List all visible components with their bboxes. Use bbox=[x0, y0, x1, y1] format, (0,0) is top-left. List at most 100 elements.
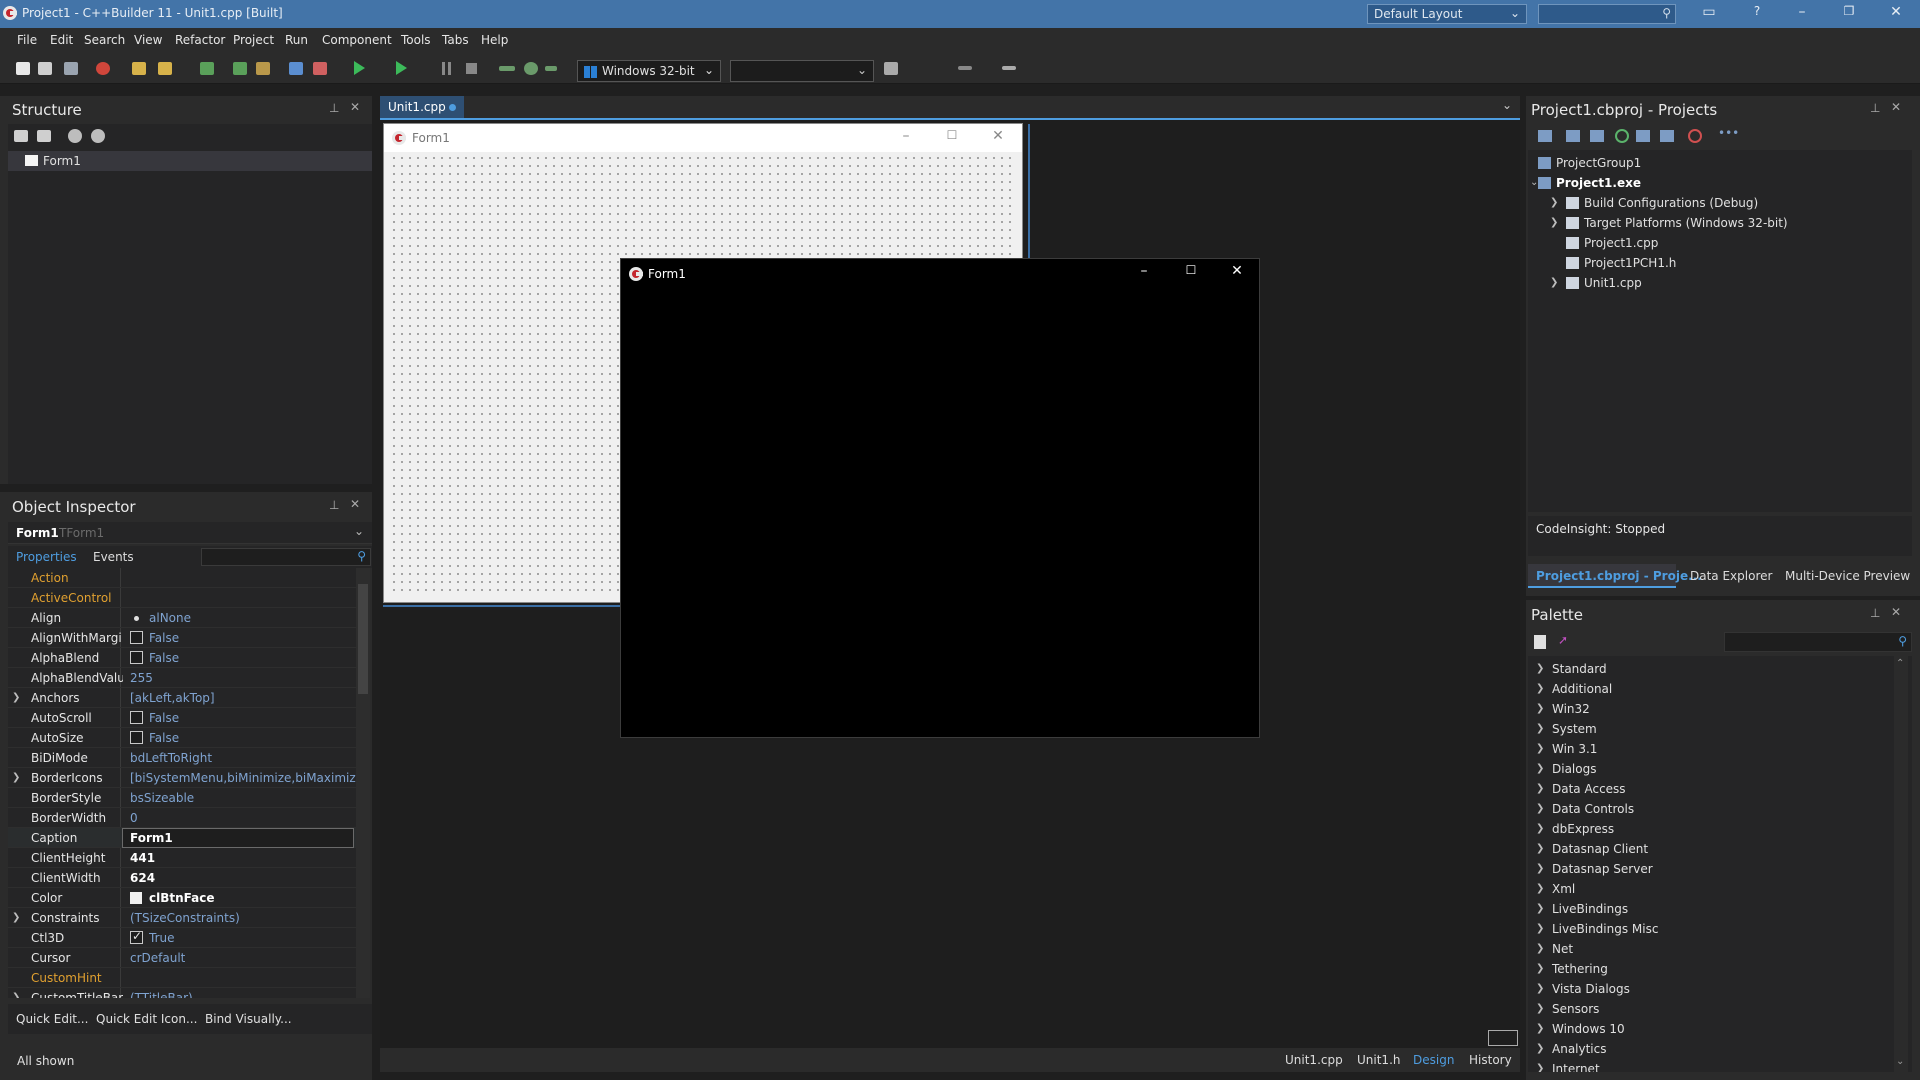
palette-category[interactable]: ❯ LiveBindings Misc bbox=[1528, 920, 1892, 940]
palette-category[interactable]: ❯ System bbox=[1528, 720, 1892, 740]
structure-item[interactable]: Form1 bbox=[8, 151, 372, 171]
palette-category[interactable]: ❯ Internet bbox=[1528, 1060, 1892, 1072]
property-row[interactable]: AutoSize False bbox=[8, 728, 356, 748]
menu-file[interactable]: File bbox=[17, 33, 37, 47]
new-items-icon[interactable] bbox=[38, 62, 52, 75]
chevron-right-icon[interactable]: ❯ bbox=[1536, 803, 1544, 814]
palette-category[interactable]: ❯ LiveBindings bbox=[1528, 900, 1892, 920]
tab-unit1-cpp-code[interactable]: Unit1.cpp bbox=[1285, 1053, 1343, 1067]
pin-icon[interactable]: ⊥ bbox=[1870, 101, 1880, 115]
palette-category[interactable]: ❯ Standard bbox=[1528, 660, 1892, 680]
palette-category[interactable]: ❯ Windows 10 bbox=[1528, 1020, 1892, 1040]
target-icon[interactable] bbox=[1688, 129, 1702, 143]
chevron-right-icon[interactable]: ❯ bbox=[1536, 703, 1544, 714]
property-row[interactable]: Color clBtnFace bbox=[8, 888, 356, 908]
help-button[interactable]: ? bbox=[1742, 4, 1772, 24]
project-tree-item[interactable]: ❯ Target Platforms (Windows 32-bit) bbox=[1528, 214, 1912, 234]
deploy-icon[interactable] bbox=[1660, 130, 1674, 142]
pin-icon[interactable]: ⊥ bbox=[329, 498, 339, 512]
open-folder-icon[interactable] bbox=[256, 62, 270, 75]
chevron-right-icon[interactable]: ❯ bbox=[1536, 963, 1544, 974]
chevron-right-icon[interactable]: ❯ bbox=[1550, 277, 1558, 288]
tab-properties[interactable]: Properties bbox=[16, 550, 77, 564]
project-tree-item[interactable]: ⌄ Project1.exe bbox=[1528, 174, 1912, 194]
property-search-input[interactable]: ⚲ bbox=[201, 548, 371, 566]
property-checkbox[interactable] bbox=[130, 711, 143, 724]
maximize-button[interactable]: ☐ bbox=[1171, 263, 1211, 277]
property-checkbox[interactable] bbox=[130, 731, 143, 744]
property-row[interactable]: AlphaBlendValue 255 bbox=[8, 668, 356, 688]
palette-category[interactable]: ❯ Datasnap Client bbox=[1528, 840, 1892, 860]
run-icon[interactable] bbox=[354, 61, 365, 75]
chevron-down-icon[interactable]: ⌄ bbox=[1502, 98, 1512, 112]
forward-arrow-icon[interactable] bbox=[1002, 66, 1016, 70]
property-row[interactable]: ❯ Constraints (TSizeConstraints) bbox=[8, 908, 356, 928]
chevron-right-icon[interactable]: ❯ bbox=[1550, 197, 1558, 208]
deploy-icon[interactable] bbox=[884, 62, 898, 75]
chevron-right-icon[interactable]: ❯ bbox=[1536, 923, 1544, 934]
property-row[interactable]: BorderStyle bsSizeable bbox=[8, 788, 356, 808]
chevron-right-icon[interactable]: ❯ bbox=[1536, 763, 1544, 774]
close-icon[interactable]: ✕ bbox=[350, 497, 360, 511]
layout-select[interactable]: Default Layout ⌄ bbox=[1367, 4, 1527, 24]
chevron-down-icon[interactable]: ⌄ bbox=[1896, 1056, 1904, 1067]
build-icon[interactable] bbox=[1636, 130, 1650, 142]
property-row[interactable]: BorderWidth 0 bbox=[8, 808, 356, 828]
property-row[interactable]: ❯ BorderIcons [biSystemMenu,biMinimize,biM… bbox=[8, 768, 356, 788]
back-arrow-icon[interactable] bbox=[958, 66, 972, 70]
menu-view[interactable]: View bbox=[134, 33, 162, 47]
close-icon[interactable]: ✕ bbox=[1891, 100, 1901, 114]
palette-category[interactable]: ❯ Xml bbox=[1528, 880, 1892, 900]
tab-history[interactable]: History bbox=[1469, 1053, 1512, 1067]
project-tree-item[interactable]: ProjectGroup1 bbox=[1528, 154, 1912, 174]
property-row[interactable]: BiDiMode bdLeftToRight bbox=[8, 748, 356, 768]
more-icon[interactable]: ••• bbox=[1718, 126, 1739, 140]
close-icon[interactable]: ✕ bbox=[350, 100, 360, 114]
tab-unit1-h[interactable]: Unit1.h bbox=[1357, 1053, 1400, 1067]
minimize-button[interactable]: – bbox=[1787, 4, 1817, 24]
close-icon[interactable]: ✕ bbox=[1891, 605, 1901, 619]
menu-edit[interactable]: Edit bbox=[50, 33, 73, 47]
chevron-right-icon[interactable]: ❯ bbox=[1550, 217, 1558, 228]
chevron-right-icon[interactable]: ❯ bbox=[1536, 943, 1544, 954]
minimize-button[interactable]: – bbox=[1124, 263, 1164, 279]
restore-button[interactable]: ❐ bbox=[1834, 4, 1864, 24]
pause-icon[interactable] bbox=[442, 62, 445, 75]
run-without-debugging-icon[interactable] bbox=[396, 61, 407, 75]
property-row[interactable]: ClientWidth 624 bbox=[8, 868, 356, 888]
property-row[interactable]: AutoScroll False bbox=[8, 708, 356, 728]
property-row[interactable]: CustomHint bbox=[8, 968, 356, 988]
open-project-icon[interactable] bbox=[132, 62, 146, 75]
menu-tools[interactable]: Tools bbox=[401, 33, 431, 47]
chevron-right-icon[interactable]: ❯ bbox=[1536, 1043, 1544, 1054]
project-tree-item[interactable]: Project1PCH1.h bbox=[1528, 254, 1912, 274]
chevron-right-icon[interactable]: ❯ bbox=[12, 692, 20, 703]
palette-category[interactable]: ❯ Net bbox=[1528, 940, 1892, 960]
palette-page-icon[interactable] bbox=[1534, 635, 1546, 649]
property-row[interactable]: ActiveControl bbox=[8, 588, 356, 608]
remove-icon[interactable] bbox=[1590, 130, 1604, 142]
save-icon[interactable] bbox=[200, 62, 214, 75]
chevron-right-icon[interactable]: ❯ bbox=[1536, 663, 1544, 674]
tab-events[interactable]: Events bbox=[93, 550, 134, 564]
menu-project[interactable]: Project bbox=[233, 33, 274, 47]
palette-category[interactable]: ❯ Analytics bbox=[1528, 1040, 1892, 1060]
property-checkbox[interactable] bbox=[130, 651, 143, 664]
property-row[interactable]: Action bbox=[8, 568, 356, 588]
view-toggle-icon[interactable] bbox=[1488, 1030, 1518, 1046]
project-tree-item[interactable]: Project1.cpp bbox=[1528, 234, 1912, 254]
tab-data-explorer[interactable]: Data Explorer bbox=[1690, 569, 1772, 583]
close-button[interactable]: ✕ bbox=[1881, 4, 1911, 24]
close-button[interactable]: ✕ bbox=[1217, 263, 1257, 279]
chevron-right-icon[interactable]: ❯ bbox=[1536, 863, 1544, 874]
menu-search[interactable]: Search bbox=[84, 33, 125, 47]
tab-design[interactable]: Design bbox=[1413, 1053, 1454, 1067]
menu-tabs[interactable]: Tabs bbox=[442, 33, 469, 47]
menu-help[interactable]: Help bbox=[481, 33, 508, 47]
platform-select[interactable]: Windows 32-bit ⌄ bbox=[577, 60, 721, 82]
palette-category[interactable]: ❯ Data Controls bbox=[1528, 800, 1892, 820]
remove-file-icon[interactable] bbox=[313, 62, 327, 75]
step-over-icon[interactable] bbox=[499, 66, 515, 71]
palette-category[interactable]: ❯ Data Access bbox=[1528, 780, 1892, 800]
property-row[interactable]: Caption Form1 bbox=[8, 828, 356, 848]
